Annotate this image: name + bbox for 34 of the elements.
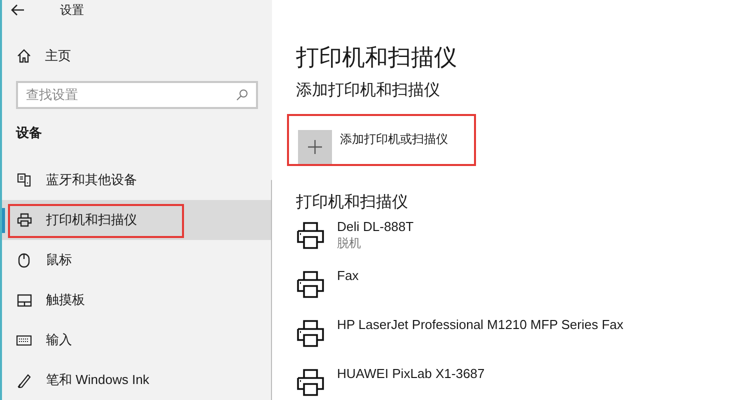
page-title: 打印机和扫描仪 — [296, 43, 458, 72]
pen-icon — [16, 372, 32, 388]
keyboard-icon — [16, 334, 32, 346]
printer-icon — [296, 368, 325, 397]
printer-item[interactable]: Deli DL-888T 脱机 — [296, 218, 735, 267]
printer-item[interactable]: HUAWEI PixLab X1-3687 — [296, 365, 735, 400]
nav-item[interactable]: 输入 — [2, 320, 272, 360]
section-heading: 设备 — [14, 124, 43, 142]
devices-icon — [16, 173, 32, 187]
printer-icon — [296, 319, 325, 348]
printer-item[interactable]: Fax — [296, 267, 735, 316]
printer-icon — [296, 270, 325, 299]
printer-status: 脱机 — [337, 235, 362, 252]
nav-item[interactable]: 触摸板 — [2, 280, 272, 320]
printer-item[interactable]: HP LaserJet Professional M1210 MFP Series Fax — [296, 316, 735, 365]
back-icon[interactable] — [11, 4, 25, 16]
nav-item[interactable]: 鼠标 — [2, 240, 272, 280]
search-field[interactable]: 查找设置 — [16, 80, 258, 108]
nav-item[interactable]: 蓝牙和其他设备 — [2, 160, 272, 200]
section-heading: 打印机和扫描仪 — [296, 192, 409, 213]
printer-icon — [16, 213, 32, 227]
printer-icon — [296, 221, 325, 250]
add-printer-button[interactable]: 添加打印机或扫描仪 — [287, 114, 476, 166]
touchpad-icon — [16, 294, 32, 306]
window-title: 设置 — [60, 2, 84, 19]
home-icon — [17, 48, 31, 63]
mouse-icon — [16, 252, 32, 268]
nav-item[interactable]: 打印机和扫描仪 — [2, 200, 272, 240]
search-icon — [236, 88, 248, 100]
section-heading: 添加打印机和扫描仪 — [296, 80, 441, 101]
plus-icon — [298, 130, 332, 164]
selection-indicator — [2, 208, 5, 233]
nav-item[interactable]: 笔和 Windows Ink — [2, 360, 272, 400]
home-link[interactable]: 主页 — [2, 46, 71, 66]
